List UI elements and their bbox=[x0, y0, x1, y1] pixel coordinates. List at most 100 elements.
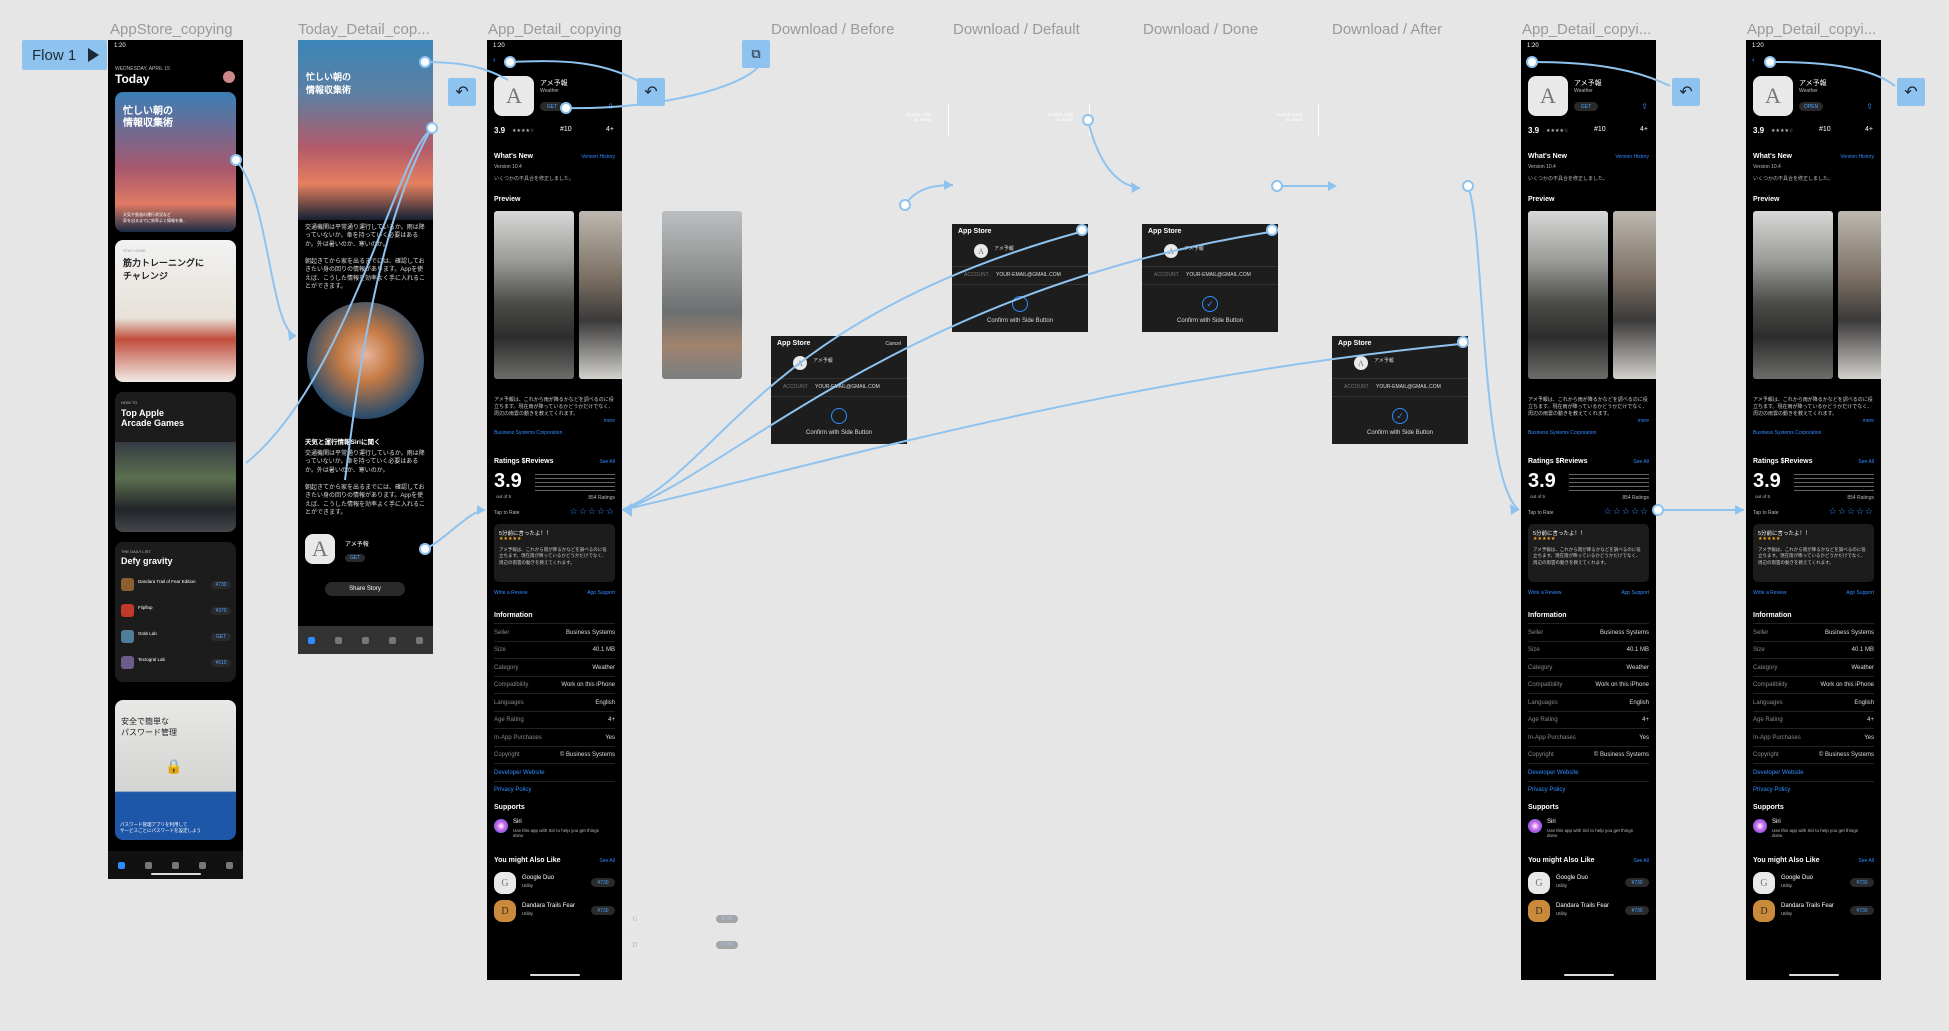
frame-title-appstore[interactable]: AppStore_copying bbox=[110, 21, 233, 38]
avatar[interactable] bbox=[223, 71, 235, 83]
list-item[interactable]: D Dandara Trails Fear Utility ¥730 bbox=[494, 898, 615, 924]
app-support-link[interactable]: App Support bbox=[1621, 590, 1649, 596]
list-item[interactable]: G Google Duo Utility ¥730 bbox=[1528, 870, 1649, 896]
tab-search-icon[interactable] bbox=[226, 861, 233, 869]
link-hotspot[interactable] bbox=[1076, 224, 1088, 236]
preview-screenshot-2[interactable] bbox=[1613, 211, 1656, 379]
today-card-morning[interactable]: 忙しい朝の 情報収集術 天気や鉄道の運行状況など 家を出るまでに効率よく情報を集… bbox=[115, 92, 236, 232]
version-history-link[interactable]: Version History bbox=[1840, 154, 1874, 160]
info-row[interactable]: In-App Purchases Yes bbox=[494, 728, 615, 746]
today-card-password[interactable]: 安全で簡単な パスワード管理 🔒 パスワード管理アプリを利用して サービスごとに… bbox=[115, 700, 236, 840]
frame-title-download-default[interactable]: Download / Default bbox=[953, 21, 1080, 38]
app-detail-frame[interactable]: 1:20 ‹ A アメ予報 Weather GET ⇪ 3.9 ★★★★☆ #10 4+ What's… bbox=[487, 40, 622, 980]
see-all-link[interactable]: See All bbox=[599, 858, 615, 864]
see-all-link[interactable]: See All bbox=[1633, 858, 1649, 864]
tab-games-icon[interactable] bbox=[145, 861, 152, 869]
frame-title-download-after[interactable]: Download / After bbox=[1332, 21, 1442, 38]
see-all-link[interactable]: See All bbox=[1858, 858, 1874, 864]
link-hotspot[interactable] bbox=[504, 56, 516, 68]
list-item[interactable]: D Dandara Trails Fear Utility ¥730 bbox=[1528, 898, 1649, 924]
price-button[interactable]: ¥730 bbox=[1850, 878, 1874, 887]
back-arrow-icon[interactable]: ↶ bbox=[1897, 78, 1925, 106]
info-row[interactable]: Compatibility Work on this iPhone bbox=[1753, 675, 1874, 694]
tab-today-icon[interactable] bbox=[118, 861, 125, 869]
link-hotspot[interactable] bbox=[1271, 180, 1283, 192]
info-row[interactable]: Languages English bbox=[494, 693, 615, 711]
more-link[interactable]: more bbox=[1863, 418, 1874, 424]
price-button[interactable]: ¥370 bbox=[211, 607, 231, 615]
back-chevron-icon[interactable]: ‹ bbox=[493, 55, 496, 64]
link-hotspot[interactable] bbox=[1266, 224, 1278, 236]
play-icon[interactable] bbox=[88, 48, 100, 62]
link-hotspot[interactable] bbox=[560, 102, 572, 114]
write-review-link[interactable]: Write a Review bbox=[494, 590, 528, 596]
info-row[interactable]: Size 40.1 MB bbox=[1528, 640, 1649, 659]
tab-today-icon[interactable] bbox=[308, 636, 315, 644]
get-button[interactable]: GET bbox=[1574, 102, 1598, 111]
tab-games-icon[interactable] bbox=[335, 636, 342, 644]
frame-title-download-before[interactable]: Download / Before bbox=[771, 21, 894, 38]
see-all-link[interactable]: See All bbox=[599, 459, 615, 465]
share-icon[interactable]: ⇪ bbox=[607, 102, 614, 111]
rate-stars-icon[interactable]: ☆☆☆☆☆ bbox=[570, 506, 615, 517]
app-support-link[interactable]: App Support bbox=[587, 590, 615, 596]
appstore-today-frame[interactable]: 1:20 WEDNESDAY, APRIL 15 Today 忙しい朝の 情報収… bbox=[108, 40, 243, 879]
developer-link[interactable]: Business Systems Corporation bbox=[1528, 430, 1596, 436]
price-button[interactable]: ¥730 bbox=[591, 878, 615, 887]
today-detail-frame[interactable]: 1:20 忙しい朝の 情報収集術 交通機関は平常通り運行しているか。雨は降ってい… bbox=[298, 40, 433, 654]
developer-link[interactable]: Business Systems Corporation bbox=[1753, 430, 1821, 436]
price-button[interactable]: ¥610 bbox=[211, 659, 231, 667]
info-row[interactable]: Compatibility Work on this iPhone bbox=[1528, 675, 1649, 694]
info-row[interactable]: Category Weather bbox=[494, 658, 615, 676]
info-row[interactable]: Age Rating 4+ bbox=[494, 710, 615, 729]
frame-title-app-detail-3[interactable]: App_Detail_copyi... bbox=[1747, 21, 1876, 38]
app-detail-frame-3[interactable]: 1:20 ‹ A アメ予報 Weather OPEN ⇪ 3.9 ★★★★☆ #10 4+ What'… bbox=[1746, 40, 1881, 980]
info-row[interactable]: Copyright © Business Systems bbox=[1528, 745, 1649, 764]
more-link[interactable]: more bbox=[604, 418, 615, 424]
link-hotspot[interactable] bbox=[419, 543, 431, 555]
list-item[interactable]: D Dandara Trails Fear Utility ¥730 bbox=[1753, 898, 1874, 924]
info-row[interactable]: Developer Website bbox=[1528, 763, 1649, 781]
price-button[interactable]: ¥730 bbox=[1625, 906, 1649, 915]
frame-title-app-detail[interactable]: App_Detail_copying bbox=[488, 21, 621, 38]
tab-arcade-icon[interactable] bbox=[389, 636, 396, 644]
more-link[interactable]: more bbox=[1638, 418, 1649, 424]
flow-start-badge[interactable]: Flow 1 bbox=[22, 40, 107, 70]
info-row[interactable]: Age Rating 4+ bbox=[1528, 710, 1649, 729]
list-item[interactable]: Grab Lab GET bbox=[121, 628, 231, 646]
price-button[interactable]: ¥730 bbox=[211, 581, 231, 589]
info-row[interactable]: Category Weather bbox=[1753, 658, 1874, 676]
tab-search-icon[interactable] bbox=[416, 636, 423, 644]
today-card-daily-list[interactable]: THE DAILY LIST Defy gravity Dandara Trai… bbox=[115, 542, 236, 682]
see-all-link[interactable]: See All bbox=[1633, 459, 1649, 465]
write-review-link[interactable]: Write a Review bbox=[1528, 590, 1562, 596]
share-icon[interactable]: ⇪ bbox=[1641, 102, 1648, 111]
rate-stars-icon[interactable]: ☆☆☆☆☆ bbox=[1829, 506, 1874, 517]
price-button[interactable]: ¥730 bbox=[1850, 906, 1874, 915]
version-history-link[interactable]: Version History bbox=[1615, 154, 1649, 160]
link-hotspot[interactable] bbox=[1652, 504, 1664, 516]
download-sheet-default[interactable]: App Store A アメ予報 ACCOUNT YOUR-EMAIL@GMAI… bbox=[952, 224, 1088, 332]
review-card[interactable]: 5分前に言ったよ！！ ★★★★★ アメ予報は、これから雨が降るかなどを調べるのに役立… bbox=[1528, 524, 1649, 582]
tab-apps-icon[interactable] bbox=[362, 636, 369, 644]
list-item[interactable]: Dandara Trail of Fear Edition ¥730 bbox=[121, 576, 231, 594]
link-hotspot[interactable] bbox=[1764, 56, 1776, 68]
see-all-link[interactable]: See All bbox=[1858, 459, 1874, 465]
preview-screenshot-1[interactable] bbox=[1753, 211, 1833, 379]
developer-link[interactable]: Business Systems Corporation bbox=[494, 430, 562, 436]
list-item[interactable]: G Google Duo Utility ¥730 bbox=[1753, 870, 1874, 896]
back-arrow-icon[interactable]: ↶ bbox=[637, 78, 665, 106]
back-chevron-icon[interactable]: ‹ bbox=[1752, 55, 1755, 64]
app-support-link[interactable]: App Support bbox=[1846, 590, 1874, 596]
info-row[interactable]: Copyright © Business Systems bbox=[494, 745, 615, 764]
preview-screenshot-2[interactable] bbox=[1838, 211, 1881, 379]
share-icon[interactable]: ⇪ bbox=[1866, 102, 1873, 111]
info-row[interactable]: Languages English bbox=[1753, 693, 1874, 711]
back-arrow-icon[interactable]: ↶ bbox=[448, 78, 476, 106]
info-row[interactable]: Copyright © Business Systems bbox=[1753, 745, 1874, 764]
price-button[interactable]: ¥730 bbox=[1625, 878, 1649, 887]
download-sheet-before[interactable]: App Store Cancel A アメ予報 ACCOUNT YOUR-EMA… bbox=[771, 336, 907, 444]
link-hotspot[interactable] bbox=[419, 56, 431, 68]
review-card[interactable]: 5分前に言ったよ！！ ★★★★★ アメ予報は、これから雨が降るかなどを調べるのに役立… bbox=[1753, 524, 1874, 582]
preview-screenshot-1[interactable] bbox=[1528, 211, 1608, 379]
